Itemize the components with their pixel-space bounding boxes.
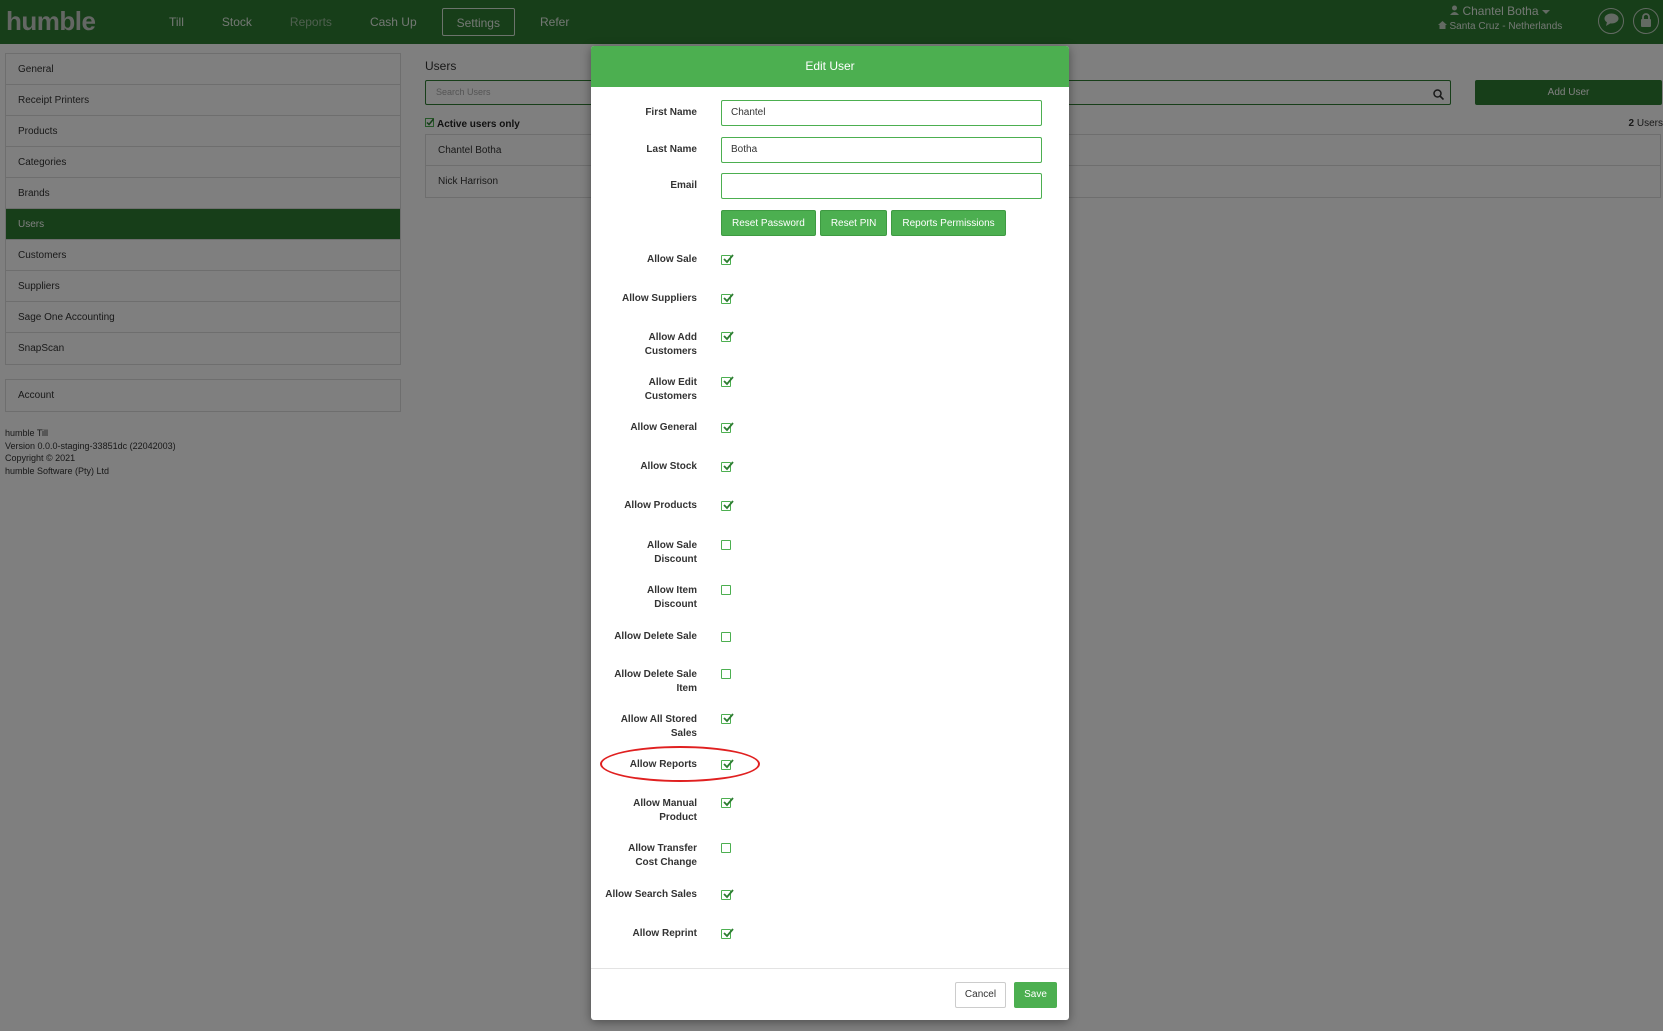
save-button[interactable]: Save [1014, 982, 1057, 1008]
reset-pin-button[interactable]: Reset PIN [819, 210, 888, 236]
permission-label-line1: Allow Delete Sale [614, 631, 697, 642]
permission-checkbox-checked[interactable] [721, 254, 734, 265]
permission-label-line1: Allow Delete Sale [614, 669, 697, 680]
permission-label-line1: Allow General [630, 422, 697, 433]
permission-label-line2: Discount [654, 599, 697, 610]
permission-label-line2: Discount [654, 554, 697, 565]
permission-label: Allow Delete Sale [591, 630, 697, 644]
permission-label-line1: Allow Manual [633, 798, 697, 809]
permission-label-line2: Cost Change [635, 857, 697, 868]
permission-label-line2: Item [676, 683, 697, 694]
email-row: Email [591, 173, 1069, 199]
checkmark-icon [723, 889, 734, 899]
permission-label: Allow Edit Customers [591, 376, 697, 404]
permission-label-line1: Allow Reprint [632, 928, 697, 939]
checkmark-icon [723, 713, 734, 723]
modal-footer-divider [591, 968, 1069, 969]
permission-checkbox-unchecked[interactable] [721, 843, 731, 853]
permission-label-line1: Allow Sale [646, 540, 697, 551]
last-name-label: Last Name [646, 144, 697, 155]
email-input[interactable] [721, 173, 1042, 199]
user-actions: Reset Password Reset PIN Reports Permiss… [721, 210, 1006, 236]
permission-label-line1: Allow Stock [640, 461, 697, 472]
reset-password-button[interactable]: Reset Password [721, 210, 816, 236]
last-name-row: Last Name Botha [591, 137, 1069, 163]
permission-checkbox-unchecked[interactable] [721, 669, 731, 679]
permission-checkbox-unchecked[interactable] [721, 540, 731, 550]
checkmark-icon [723, 461, 734, 471]
permission-checkbox-checked[interactable] [721, 461, 734, 472]
permission-label-line1: Allow All Stored [620, 714, 697, 725]
first-name-label: First Name [645, 107, 697, 118]
permission-label: Allow General [591, 421, 697, 435]
permission-label-line2: Customers [644, 346, 697, 357]
permission-label-line2: Customers [644, 391, 697, 402]
permission-checkbox-checked[interactable] [721, 500, 734, 511]
permission-label: Allow All Stored Sales [591, 713, 697, 741]
permission-label: Allow Reprint [591, 927, 697, 941]
permission-checkbox-unchecked[interactable] [721, 585, 731, 595]
last-name-input[interactable]: Botha [721, 137, 1042, 163]
modal-title: Edit User [591, 46, 1069, 87]
permission-label-line1: Allow Add [648, 332, 697, 343]
highlight-annotation [600, 746, 760, 782]
permission-checkbox-checked[interactable] [721, 797, 734, 808]
checkmark-icon [723, 254, 734, 264]
reports-permissions-button[interactable]: Reports Permissions [891, 210, 1006, 236]
permission-label-line1: Allow Sale [646, 254, 697, 265]
checkmark-icon [723, 500, 734, 510]
checkmark-icon [723, 928, 734, 938]
permission-label: Allow Suppliers [591, 292, 697, 306]
permission-checkbox-checked[interactable] [721, 713, 734, 724]
permission-label: Allow Stock [591, 460, 697, 474]
checkmark-icon [723, 293, 734, 303]
email-label: Email [670, 180, 697, 191]
permission-label: Allow Transfer Cost Change [591, 842, 697, 870]
permission-label-line1: Allow Transfer [628, 843, 697, 854]
checkmark-icon [723, 376, 734, 386]
checkmark-icon [723, 797, 734, 807]
permission-checkbox-checked[interactable] [721, 928, 734, 939]
first-name-row: First Name Chantel [591, 100, 1069, 126]
permission-label-line1: Allow Item [646, 585, 697, 596]
permission-label-line2: Sales [670, 728, 697, 739]
permission-checkbox-checked[interactable] [721, 422, 734, 433]
permission-checkbox-checked[interactable] [721, 889, 734, 900]
permission-label: Allow Products [591, 499, 697, 513]
cancel-button[interactable]: Cancel [955, 982, 1006, 1008]
permission-checkbox-checked[interactable] [721, 331, 734, 342]
permission-label: Allow Add Customers [591, 331, 697, 359]
permission-label-line1: Allow Products [624, 500, 697, 511]
permission-label-line1: Allow Search Sales [605, 889, 697, 900]
permission-label-line1: Allow Suppliers [621, 293, 697, 304]
permission-label: Allow Sale [591, 253, 697, 267]
permission-checkbox-unchecked[interactable] [721, 632, 731, 642]
permission-label-line2: Product [659, 812, 697, 823]
permission-label: Allow Delete Sale Item [591, 668, 697, 696]
permission-label: Allow Item Discount [591, 584, 697, 612]
permission-label: Allow Search Sales [591, 888, 697, 902]
permission-label: Allow Sale Discount [591, 539, 697, 567]
permission-label-line1: Allow Edit [648, 377, 697, 388]
checkmark-icon [723, 331, 734, 341]
first-name-input[interactable]: Chantel [721, 100, 1042, 126]
permission-checkbox-checked[interactable] [721, 293, 734, 304]
checkmark-icon [723, 422, 734, 432]
permission-checkbox-checked[interactable] [721, 376, 734, 387]
edit-user-modal: Edit User First Name Chantel Last Name B… [591, 46, 1069, 1020]
permission-label: Allow Manual Product [591, 797, 697, 825]
